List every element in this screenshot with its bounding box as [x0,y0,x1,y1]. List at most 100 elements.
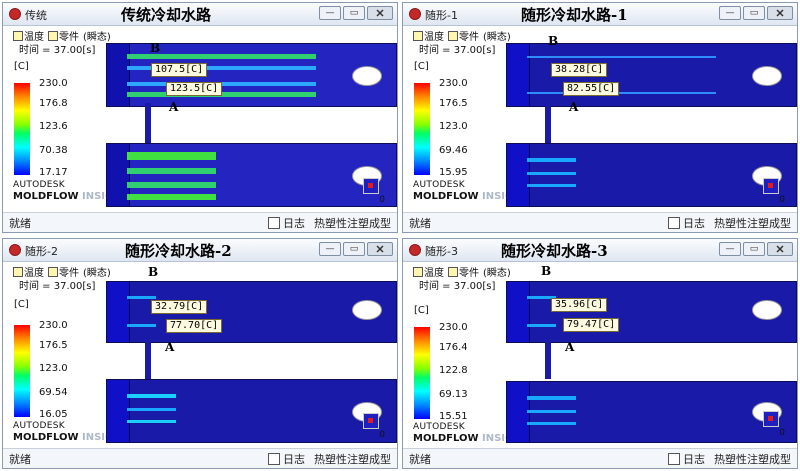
restore-button[interactable]: ▭ [343,6,365,20]
log-icon [668,217,680,229]
window-name: 传统 [25,9,47,22]
legend-tick: 15.95 [439,167,468,178]
window-heading: 传统冷却水路 [121,6,212,24]
status-ready: 就绪 [409,453,431,466]
mold-part-top [506,281,797,343]
legend-tick: 230.0 [39,320,68,331]
status-bar: 就绪 日志 热塑性注塑成型 [403,212,797,232]
color-legend-bar [414,83,430,175]
app-icon [9,8,21,20]
temperature-band [527,422,576,425]
result-window-conformal-3: 随形-3 随形冷却水路-3 — ▭ 温度 零件 (瞬态) 时间 = 37.00[… [402,238,798,469]
status-mode: 热塑性注塑成型 [314,217,391,230]
title-bar[interactable]: 随形-1 随形冷却水路-1 — ▭ [403,3,797,26]
probe-label: 79.47[C] [563,318,620,332]
temperature-band [527,184,576,187]
log-button[interactable]: 日志 [268,215,305,231]
gate-region [752,66,782,86]
temperature-band [527,410,576,413]
mold-part-bottom [106,143,397,207]
mold-part-top [506,43,797,107]
close-icon [376,9,384,17]
time-label: 时间 = 37.00[s] [19,45,96,56]
app-icon [409,8,421,20]
temperature-band [527,324,556,327]
brand-autodesk: AUTODESK [413,422,465,432]
axis-zero: 0 [779,195,785,205]
axis-zero: 0 [379,430,385,440]
temperature-band [127,168,216,174]
minimize-button[interactable]: — [319,6,341,20]
legend-tick: 69.54 [39,387,68,398]
close-button[interactable] [767,242,793,256]
mold-part-top [106,281,397,343]
marker-b: B [148,265,159,279]
result-window-conformal-1: 随形-1 随形冷却水路-1 — ▭ 温度 零件 (瞬态) 时间 = 37.00[… [402,2,798,233]
temperature-icon [13,30,23,41]
legend-unit: [C] [414,305,429,316]
result-window-conformal-2: 随形-2 随形冷却水路-2 — ▭ 温度 零件 (瞬态) 时间 = 37.00[… [2,238,398,469]
temperature-band [127,394,176,398]
temperature-band [127,324,156,327]
legend-tick: 69.46 [439,145,468,156]
minimize-button[interactable]: — [319,242,341,256]
color-legend-bar [414,327,430,419]
temperature-band [127,420,176,423]
legend-tick: 230.0 [39,78,68,89]
title-bar[interactable]: 随形-2 随形冷却水路-2 — ▭ [3,239,397,262]
log-button[interactable]: 日志 [668,215,705,231]
log-icon [268,453,280,465]
temperature-band [527,396,576,400]
minimize-button[interactable]: — [719,242,741,256]
minimize-button[interactable]: — [719,6,741,20]
legend-tick: 123.0 [439,121,468,132]
log-button[interactable]: 日志 [268,451,305,467]
restore-icon: ▭ [349,8,359,18]
marker-a: A [165,340,175,354]
axis-zero: 0 [379,195,385,205]
restore-button[interactable]: ▭ [743,242,765,256]
restore-button[interactable]: ▭ [343,242,365,256]
legend-unit: [C] [14,299,29,310]
title-bar[interactable]: 传统 传统冷却水路 — ▭ [3,3,397,26]
status-ready: 就绪 [9,217,31,230]
temperature-band [127,296,156,299]
marker-a: A [569,100,579,114]
gate-region [352,300,382,320]
axis-zero: 0 [779,428,785,438]
axis-triad-icon [363,178,379,194]
restore-icon: ▭ [349,244,359,254]
marker-a: A [565,340,575,354]
temperature-band [527,56,716,58]
probe-label: 32.79[C] [151,300,208,314]
temperature-band [127,182,216,188]
brand-autodesk: AUTODESK [413,180,465,190]
temperature-band [527,172,576,175]
close-button[interactable] [767,6,793,20]
probe-label: 107.5[C] [151,63,208,77]
minimize-icon: — [725,8,735,18]
status-mode: 热塑性注塑成型 [314,453,391,466]
legend-tick: 230.0 [439,78,468,89]
color-legend-bar [14,325,30,417]
window-heading: 随形冷却水路-2 [125,242,232,260]
legend-tick: 17.17 [39,167,68,178]
sprue [145,103,151,143]
window-name: 随形-2 [25,245,58,258]
restore-button[interactable]: ▭ [743,6,765,20]
part-icon [48,30,58,41]
marker-b: B [150,41,161,55]
log-button[interactable]: 日志 [668,451,705,467]
window-heading: 随形冷却水路-1 [521,6,628,24]
marker-b: B [548,34,559,48]
axis-triad-icon [763,411,779,427]
mold-part-bottom [506,143,797,207]
probe-label: 82.55[C] [563,82,620,96]
close-icon [776,9,784,17]
title-bar[interactable]: 随形-3 随形冷却水路-3 — ▭ [403,239,797,262]
sprue [545,103,551,143]
close-button[interactable] [367,242,393,256]
mold-block [507,44,530,106]
status-ready: 就绪 [409,217,431,230]
close-button[interactable] [367,6,393,20]
